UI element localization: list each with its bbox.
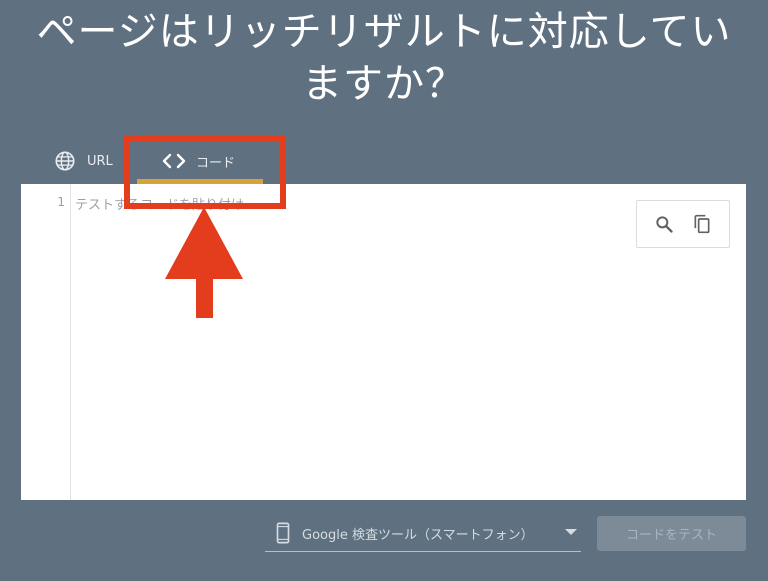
test-code-button[interactable]: コードをテスト [597,516,746,551]
tab-url[interactable]: URL [54,150,113,172]
page-title: ページはリッチリザルトに対応してい ますか？ [0,6,768,110]
copy-button[interactable] [690,212,714,236]
search-icon [656,216,673,233]
line-number: 1 [57,195,65,209]
annotation-arrow-up-icon [165,207,243,318]
smartphone-icon [276,522,290,544]
device-select[interactable]: Google 検査ツール（スマートフォン） [265,515,581,552]
device-select-value: Google 検査ツール（スマートフォン） [302,527,534,543]
line-number-gutter: 1 [21,184,71,500]
page-title-line-2: ますか？ [302,61,466,107]
page-title-line-1: ページはリッチリザルトに対応してい [36,9,732,55]
copy-icon [694,214,710,234]
chevron-down-icon [565,529,577,535]
editor-toolbox [636,200,730,248]
globe-icon [55,151,75,171]
code-editor[interactable]: 1 テストするコードを貼り付け [21,184,746,500]
annotation-highlight-box [124,135,286,209]
annotation-highlight-inner [137,184,271,192]
tab-url-label: URL [87,153,113,169]
search-button[interactable] [652,212,676,236]
